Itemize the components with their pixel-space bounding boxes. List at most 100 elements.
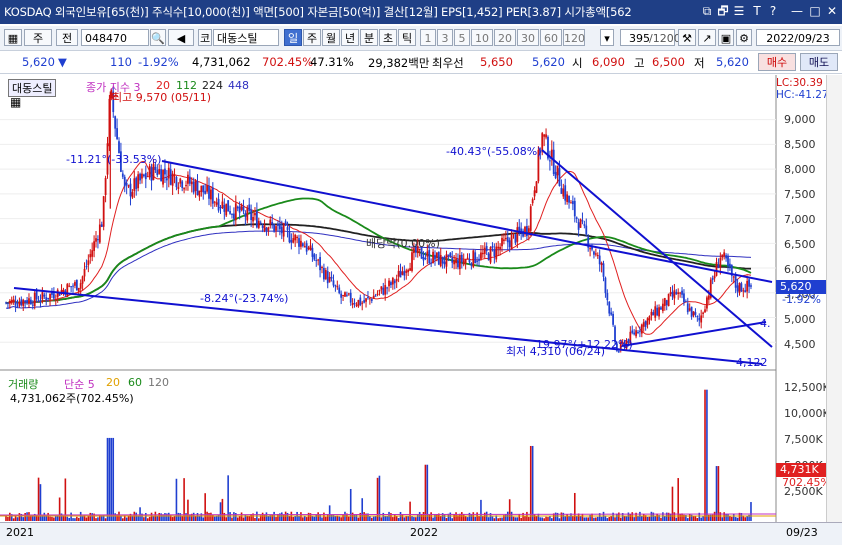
vertical-scrollbar[interactable] <box>826 75 842 522</box>
candle-body <box>104 178 107 196</box>
candle-body <box>508 240 511 248</box>
candle-body <box>255 211 258 228</box>
candle-body <box>29 299 32 305</box>
candle-body <box>167 167 170 179</box>
turnover: 47.31% <box>310 55 354 69</box>
search-icon[interactable]: 🔍 <box>150 29 166 46</box>
candle-body <box>677 292 680 294</box>
interval-3[interactable]: 3 <box>437 29 453 46</box>
period-minute[interactable]: 분 <box>360 29 378 46</box>
speaker-icon[interactable]: ◀︎ <box>168 29 194 46</box>
candle-body <box>95 238 97 242</box>
candle-body <box>386 287 389 289</box>
volume-bar <box>334 516 337 521</box>
candle-body <box>288 231 291 243</box>
current-pct-marker: -1.92% <box>782 293 821 306</box>
volume-bar <box>646 516 649 521</box>
code-input[interactable]: 048470 <box>81 29 149 46</box>
candle-body <box>206 185 208 192</box>
volume-bar <box>706 389 708 521</box>
interval-120[interactable]: 120 <box>563 29 585 46</box>
count-input[interactable]: 395 <box>620 29 650 46</box>
volume-bar <box>62 516 65 521</box>
link-icon[interactable]: ⧉ <box>700 4 714 18</box>
save-icon[interactable]: ▣ <box>718 29 734 46</box>
candle-body <box>554 171 557 179</box>
period-tick[interactable]: 틱 <box>398 29 416 46</box>
period-year[interactable]: 년 <box>341 29 359 46</box>
candle-body <box>395 278 398 282</box>
volume-bar <box>641 516 643 521</box>
candle-body <box>483 247 486 254</box>
trend-line-icon[interactable]: ↗ <box>698 29 716 46</box>
grid-icon[interactable]: ▦ <box>4 29 22 46</box>
candle-body <box>323 267 325 280</box>
dropdown-arrow-icon[interactable]: ▾ <box>600 29 614 46</box>
table-icon[interactable]: ▦ <box>10 95 21 109</box>
candle-body <box>458 255 461 270</box>
candle-body <box>656 307 659 316</box>
candle-body <box>313 254 316 260</box>
chart-area[interactable]: 대동스틸 종가 지수 3 20 112 224 448 ▦ LC:30.39 H… <box>0 75 842 544</box>
prev-button[interactable]: 전 <box>56 29 78 46</box>
candle-body <box>43 294 46 297</box>
menu-icon[interactable]: ☰ <box>732 4 746 18</box>
buy-button[interactable]: 매수 <box>758 53 796 71</box>
volume-bar <box>106 437 109 521</box>
volume-bar <box>265 512 268 521</box>
candle-body <box>570 202 572 204</box>
volume-bar <box>487 517 490 521</box>
close-button[interactable]: ✕ <box>825 4 839 18</box>
sell-button[interactable]: 매도 <box>800 53 838 71</box>
volume-bar <box>7 516 9 521</box>
interval-30[interactable]: 30 <box>517 29 539 46</box>
volume-bar <box>370 517 373 521</box>
volume-bar <box>380 517 383 521</box>
candle-body <box>232 213 235 219</box>
candle-body <box>290 239 293 243</box>
candle-body <box>244 212 247 217</box>
candle-body <box>531 199 534 204</box>
restore-icon[interactable]: 🗗 <box>716 4 730 18</box>
period-day[interactable]: 일 <box>284 29 302 46</box>
period-week[interactable]: 주 <box>303 29 321 46</box>
interval-10[interactable]: 10 <box>471 29 493 46</box>
indicator-icon[interactable]: ⚒ <box>678 29 696 46</box>
candle-body <box>188 176 191 184</box>
high-note: 최고 9,570 (05/11) <box>112 91 212 104</box>
market-select[interactable]: 주 <box>24 29 52 46</box>
candle-body <box>208 185 210 199</box>
candle-body <box>219 207 222 209</box>
volume-bar <box>127 515 130 521</box>
candle-body <box>453 260 456 265</box>
maximize-button[interactable]: □ <box>808 4 822 18</box>
price-chart[interactable] <box>0 75 842 544</box>
candle-body <box>617 351 620 353</box>
interval-1[interactable]: 1 <box>420 29 436 46</box>
stock-name[interactable]: 대동스틸 <box>213 29 279 46</box>
interval-60[interactable]: 60 <box>540 29 562 46</box>
candle-body <box>75 279 78 291</box>
candle-body <box>600 262 603 266</box>
volume-bar <box>204 493 206 521</box>
interval-5[interactable]: 5 <box>454 29 470 46</box>
volume-bar <box>688 514 691 521</box>
candle-body <box>434 254 436 260</box>
period-month[interactable]: 월 <box>322 29 340 46</box>
period-second[interactable]: 초 <box>379 29 397 46</box>
volume-bar <box>470 514 473 521</box>
candle-body <box>474 252 477 264</box>
volume-bar <box>704 389 706 521</box>
interval-20[interactable]: 20 <box>494 29 516 46</box>
candle-body <box>470 263 473 266</box>
settings-icon[interactable]: ⚙ <box>736 29 752 46</box>
minimize-button[interactable]: — <box>790 4 804 18</box>
date-input[interactable]: 2022/09/23 <box>756 29 840 46</box>
help-icon[interactable]: ? <box>766 4 780 18</box>
candle-body <box>18 301 21 306</box>
volume-ratio: 702.45% <box>262 55 314 69</box>
volume-bar <box>476 512 478 521</box>
text-icon[interactable]: T <box>750 4 764 18</box>
candle-body <box>516 227 519 242</box>
volume-bar <box>238 515 241 521</box>
